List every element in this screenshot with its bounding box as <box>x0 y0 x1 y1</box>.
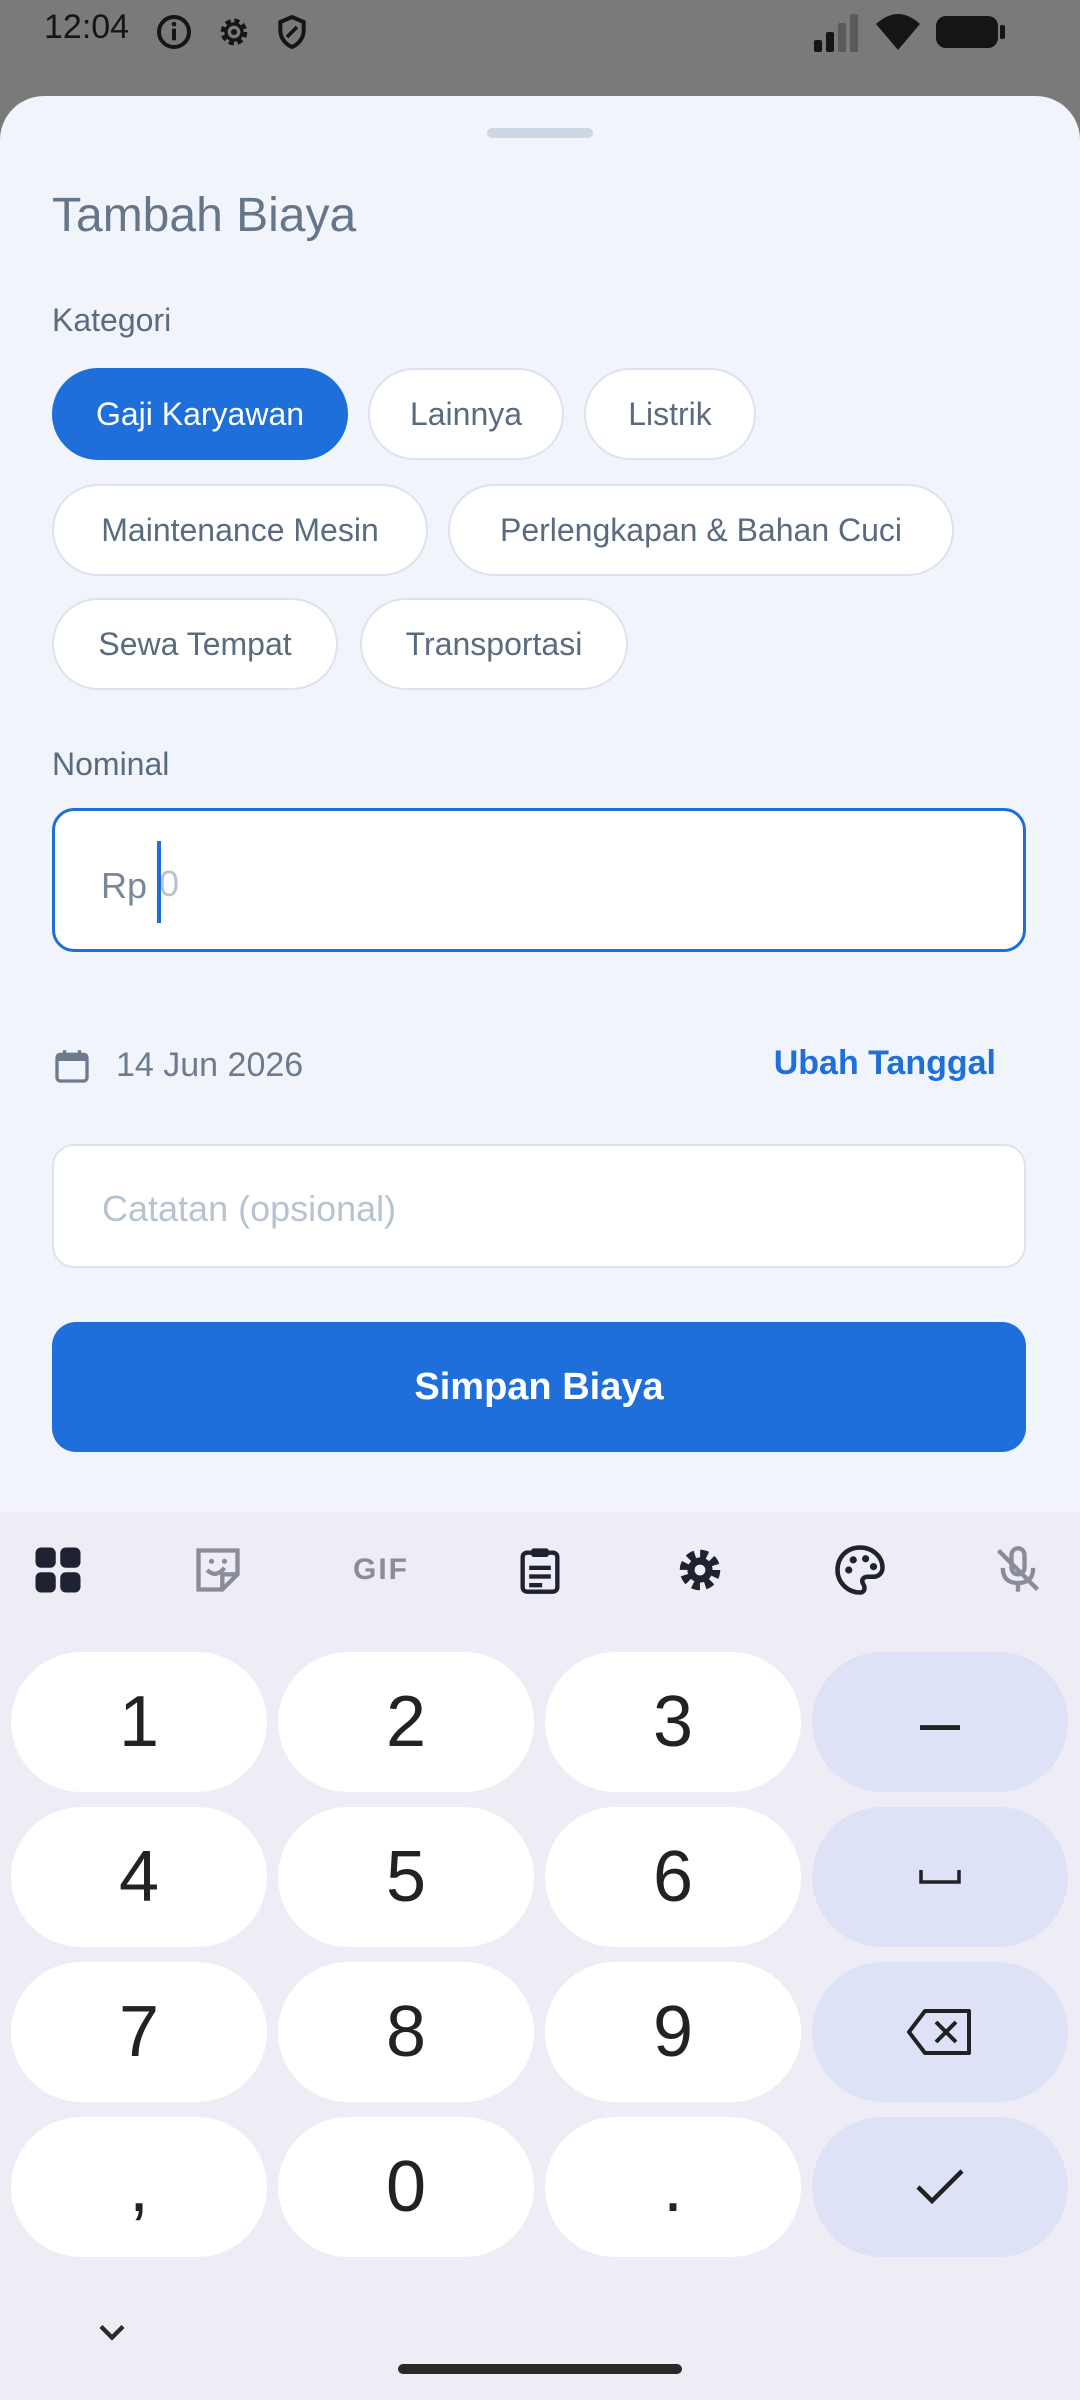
note-input[interactable]: Catatan (opsional) <box>52 1144 1026 1268</box>
home-indicator <box>398 2364 682 2374</box>
numeric-keyboard: GIF 1 2 3 – 4 5 6 7 8 9 , 0 . <box>0 1512 1080 2400</box>
key-4[interactable]: 4 <box>11 1807 267 1947</box>
wifi-icon <box>876 14 920 50</box>
key-1[interactable]: 1 <box>11 1652 267 1792</box>
clipboard-icon[interactable] <box>510 1540 570 1600</box>
amount-input[interactable]: Rp 0 <box>52 808 1026 952</box>
category-label: Kategori <box>52 302 172 338</box>
gif-icon[interactable]: GIF <box>346 1540 416 1600</box>
key-dash[interactable]: – <box>812 1652 1068 1792</box>
backspace-key[interactable] <box>812 1962 1068 2102</box>
key-2[interactable]: 2 <box>278 1652 534 1792</box>
drag-handle[interactable] <box>487 128 593 138</box>
sheet-title: Tambah Biaya <box>52 189 357 242</box>
selected-date: 14 Jun 2026 <box>116 1046 304 1084</box>
category-chip-sewa-tempat[interactable]: Sewa Tempat <box>52 598 338 690</box>
signal-icon <box>814 14 858 52</box>
category-chip-lainnya[interactable]: Lainnya <box>368 368 564 460</box>
save-expense-button[interactable]: Simpan Biaya <box>52 1322 1026 1452</box>
key-3[interactable]: 3 <box>545 1652 801 1792</box>
amount-label: Nominal <box>52 746 170 782</box>
enter-key[interactable] <box>812 2117 1068 2257</box>
change-date-button[interactable]: Ubah Tanggal <box>774 1044 996 1083</box>
add-expense-sheet: Tambah Biaya Kategori Gaji Karyawan Lain… <box>0 96 1080 1512</box>
space-key[interactable] <box>812 1807 1068 1947</box>
sticker-icon[interactable] <box>188 1540 248 1600</box>
shield-icon <box>278 14 306 50</box>
key-0[interactable]: 0 <box>278 2117 534 2257</box>
key-9[interactable]: 9 <box>545 1962 801 2102</box>
note-placeholder: Catatan (opsional) <box>102 1188 397 1229</box>
key-6[interactable]: 6 <box>545 1807 801 1947</box>
key-8[interactable]: 8 <box>278 1962 534 2102</box>
date-row: 14 Jun 2026 Ubah Tanggal <box>52 1028 1026 1108</box>
space-icon <box>919 1870 961 1884</box>
category-chip-maintenance-mesin[interactable]: Maintenance Mesin <box>52 484 428 576</box>
category-chip-gaji-karyawan[interactable]: Gaji Karyawan <box>52 368 348 460</box>
palette-icon[interactable] <box>830 1540 890 1600</box>
apps-grid-icon[interactable] <box>28 1540 88 1600</box>
category-chip-listrik[interactable]: Listrik <box>584 368 756 460</box>
info-icon <box>157 15 191 49</box>
currency-prefix: Rp <box>101 865 148 906</box>
category-chip-perlengkapan-bahan-cuci[interactable]: Perlengkapan & Bahan Cuci <box>448 484 954 576</box>
enter-check-icon <box>916 2169 964 2205</box>
status-bar: 12:04 <box>0 0 1080 64</box>
text-caret <box>157 841 161 923</box>
mic-off-icon[interactable] <box>988 1540 1048 1600</box>
status-time: 12:04 <box>44 8 130 46</box>
key-period[interactable]: . <box>545 2117 801 2257</box>
amount-placeholder: 0 <box>159 863 180 904</box>
battery-icon <box>936 16 1005 48</box>
calendar-icon <box>55 1050 89 1083</box>
key-comma[interactable]: , <box>11 2117 267 2257</box>
key-5[interactable]: 5 <box>278 1807 534 1947</box>
key-7[interactable]: 7 <box>11 1962 267 2102</box>
settings-status-icon <box>220 18 248 46</box>
gif-label: GIF <box>353 1553 409 1586</box>
chevron-down-icon[interactable] <box>90 2310 134 2354</box>
backspace-icon <box>907 2009 971 2055</box>
settings-gear-icon[interactable] <box>670 1540 730 1600</box>
category-chip-transportasi[interactable]: Transportasi <box>360 598 628 690</box>
